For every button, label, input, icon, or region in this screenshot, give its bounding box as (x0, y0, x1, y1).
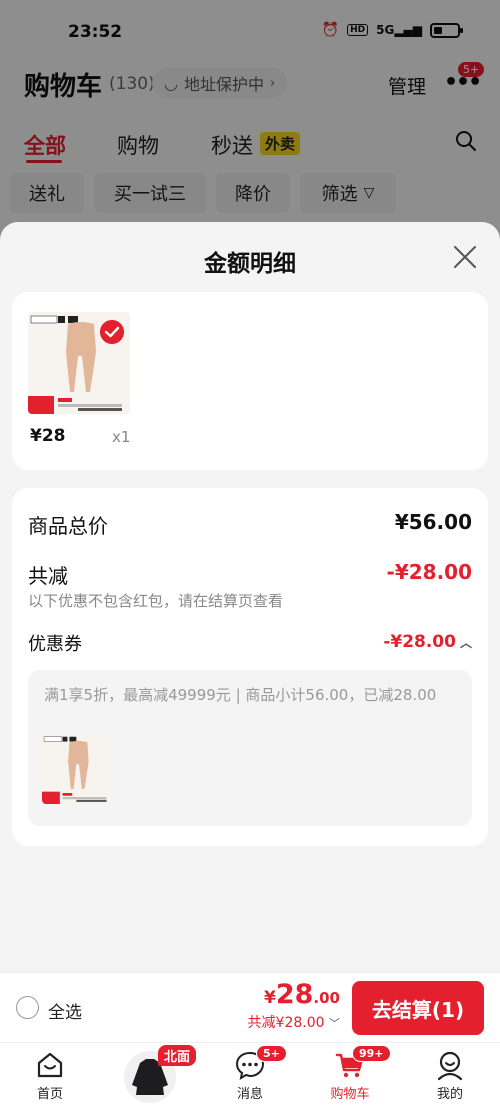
coupon-product-image (42, 734, 112, 804)
coupon-detail-box: 满1享5折，最高减49999元 | 商品小计56.00，已减28.00 (28, 670, 472, 826)
total-discount-label: 共减 (28, 564, 68, 588)
profile-icon (437, 1051, 463, 1081)
select-all-label[interactable]: 全选 (48, 998, 82, 1023)
tab-messages-label: 消息 (236, 1087, 263, 1102)
checkout-total-price: ¥28.00 (248, 979, 340, 1010)
coupon-label: 优惠券 (28, 634, 82, 655)
tab-home[interactable]: 首页 (10, 1049, 90, 1102)
product-card: ¥28 x1 (12, 292, 488, 470)
tab-home-label: 首页 (36, 1087, 63, 1102)
messages-badge: 5+ (256, 1045, 287, 1062)
home-icon (37, 1052, 63, 1078)
cart-badge: 99+ (352, 1045, 391, 1062)
price-decimal: .00 (313, 989, 340, 1007)
currency-symbol: ¥ (264, 988, 276, 1008)
tab-mine[interactable]: 我的 (410, 1049, 490, 1102)
checkout-total: ¥28.00 共减¥28.00 ﹀ (248, 979, 340, 1032)
amount-detail-sheet: 金额明细 ¥28 x1 商品总价 ¥56.00 共减 -¥28.00 以下优惠不… (0, 222, 500, 972)
sheet-title: 金额明细 (204, 251, 296, 277)
selected-check-icon[interactable] (100, 320, 124, 344)
chevron-down-icon: ﹀ (329, 1017, 340, 1030)
close-icon[interactable] (452, 244, 478, 270)
chevron-up-icon: ︿ (459, 635, 472, 650)
tab-mine-label: 我的 (436, 1087, 463, 1102)
checkout-button[interactable]: 去结算(1) (352, 981, 484, 1035)
price-summary-card: 商品总价 ¥56.00 共减 -¥28.00 以下优惠不包含红包，请在结算页查看… (12, 488, 488, 846)
total-discount-value: -¥28.00 (386, 560, 472, 584)
coupon-description: 满1享5折，最高减49999元 | 商品小计56.00，已减28.00 (44, 686, 437, 704)
savings-label: 共减¥28.00 (247, 1015, 325, 1031)
price-integer: 28 (275, 979, 314, 1010)
discount-note: 以下优惠不包含红包，请在结算页查看 (28, 592, 284, 610)
checkout-bar: 全选 ¥28.00 共减¥28.00 ﹀ 去结算(1) (0, 972, 500, 1042)
coupon-toggle[interactable]: -¥28.00 ︿ (383, 632, 472, 652)
product-quantity: x1 (112, 428, 131, 446)
bottom-tabbar: 首页 北面 消息 5+ 购物车 99+ 我的 (0, 1042, 500, 1111)
product-price: ¥28 (30, 426, 66, 446)
checkout-savings[interactable]: 共减¥28.00 ﹀ (248, 1012, 340, 1032)
promo-brand-badge: 北面 (158, 1045, 197, 1066)
select-all-radio[interactable] (16, 996, 39, 1019)
coupon-product-thumbnail (42, 734, 112, 804)
total-price-label: 商品总价 (28, 514, 108, 538)
coupon-value: -¥28.00 (383, 632, 456, 652)
total-price-value: ¥56.00 (394, 510, 472, 534)
tab-cart-label: 购物车 (330, 1087, 370, 1102)
